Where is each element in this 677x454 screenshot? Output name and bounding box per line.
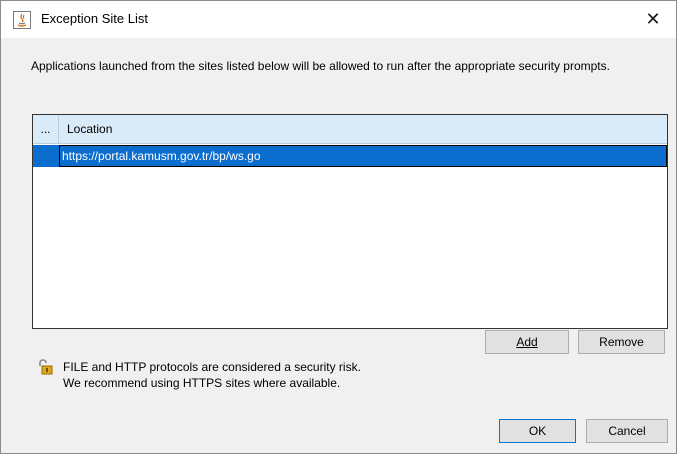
row-index-cell[interactable]: [33, 145, 59, 167]
close-icon: ✕: [645, 9, 661, 29]
table-header: ... Location: [33, 115, 667, 144]
exception-site-list-dialog: Exception Site List ✕ Applications launc…: [0, 0, 677, 454]
cancel-button-label: Cancel: [608, 424, 646, 438]
column-header-location[interactable]: Location: [59, 115, 667, 143]
column-header-index[interactable]: ...: [33, 115, 59, 143]
add-button[interactable]: Add: [485, 330, 569, 354]
warning-line-1: FILE and HTTP protocols are considered a…: [63, 360, 361, 374]
ok-button-label: OK: [528, 424, 547, 438]
unlocked-padlock-icon: [37, 359, 53, 375]
security-warning: FILE and HTTP protocols are considered a…: [63, 359, 361, 391]
window-title: Exception Site List: [41, 11, 148, 26]
add-button-label: Add: [516, 335, 538, 349]
remove-button-label: Remove: [599, 335, 644, 349]
description-text: Applications launched from the sites lis…: [31, 59, 610, 73]
remove-button[interactable]: Remove: [578, 330, 665, 354]
site-list-table[interactable]: ... Location https://portal.kamusm.gov.t…: [32, 114, 668, 329]
close-button[interactable]: ✕: [630, 1, 676, 38]
java-icon: [13, 11, 31, 29]
location-cell[interactable]: https://portal.kamusm.gov.tr/bp/ws.go: [59, 145, 667, 167]
warning-line-2: We recommend using HTTPS sites where ava…: [63, 376, 341, 390]
table-row[interactable]: https://portal.kamusm.gov.tr/bp/ws.go: [33, 145, 667, 167]
ok-button[interactable]: OK: [499, 419, 576, 443]
title-bar: Exception Site List ✕: [1, 1, 676, 38]
cancel-button[interactable]: Cancel: [586, 419, 668, 443]
